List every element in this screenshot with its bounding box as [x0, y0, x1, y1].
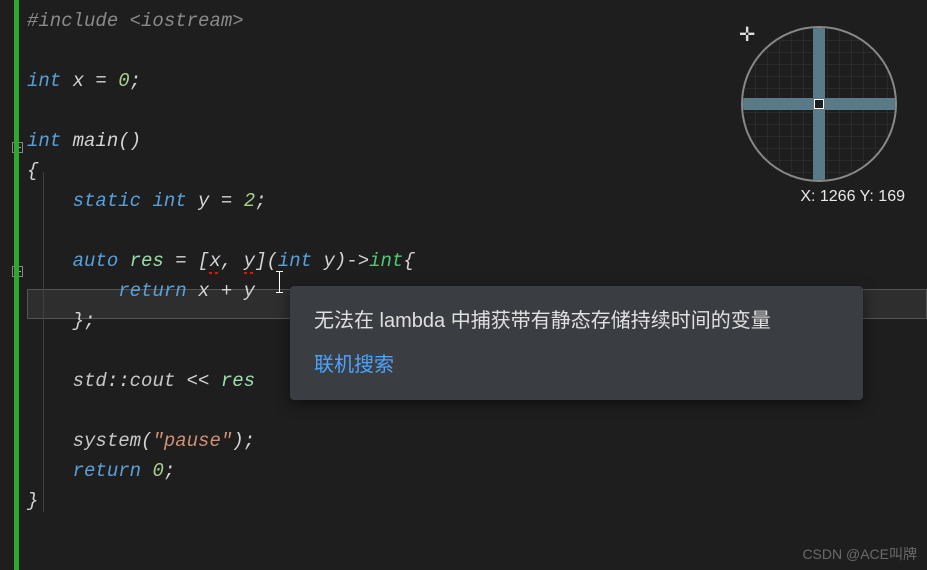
search-online-link[interactable]: 联机搜索	[314, 352, 839, 378]
code-line: auto res = [x, y](int y)->int{	[27, 246, 927, 276]
code-line: return 0;	[27, 456, 927, 486]
pixel-magnifier	[741, 26, 897, 182]
code-line: }	[27, 486, 927, 516]
watermark: CSDN @ACE叫牌	[802, 544, 917, 564]
gutter	[0, 0, 14, 570]
pixel-coordinates: X: 1266 Y: 169	[800, 188, 905, 206]
text-cursor-icon	[279, 271, 280, 293]
error-tooltip: 无法在 lambda 中捕获带有静态存储持续时间的变量 联机搜索	[290, 286, 863, 400]
code-line: system("pause");	[27, 426, 927, 456]
tooltip-message: 无法在 lambda 中捕获带有静态存储持续时间的变量	[314, 308, 839, 334]
magnifier-center-pixel	[814, 99, 824, 109]
code-line: static int y = 2;	[27, 186, 927, 216]
